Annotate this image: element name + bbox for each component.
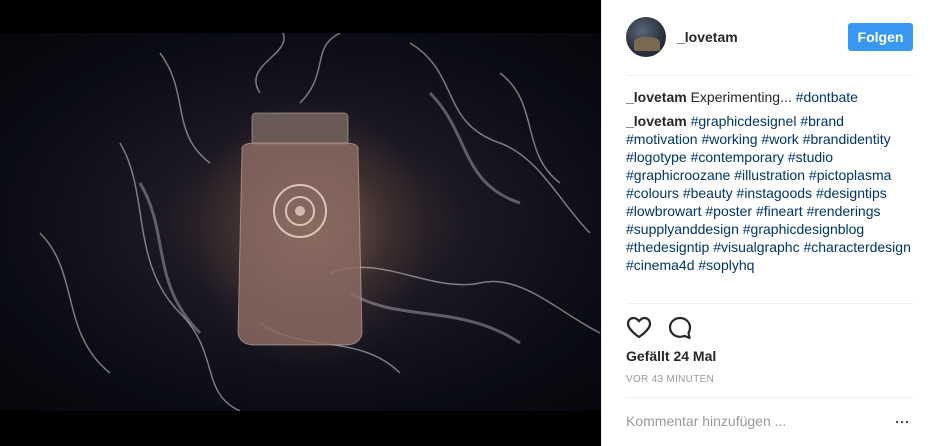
avatar[interactable] <box>626 17 666 57</box>
jar-illustration <box>39 33 601 411</box>
hashtag-link[interactable]: #illustration <box>734 167 805 183</box>
caption-text: Experimenting... <box>690 89 792 105</box>
post-photo[interactable] <box>0 33 601 411</box>
hashtag-link[interactable]: #graphicdesignel <box>691 113 797 129</box>
hashtag-link[interactable]: #graphicdesignblog <box>743 221 864 237</box>
hashtag-link[interactable]: #studio <box>788 149 833 165</box>
post-header: _lovetam Folgen <box>602 0 937 76</box>
hashtag-link[interactable]: #pictoplasma <box>809 167 892 183</box>
comment: _lovetam #graphicdesignel #brand #motiva… <box>626 112 918 274</box>
hashtag-link[interactable]: #lowbrowart <box>626 203 701 219</box>
follow-button[interactable]: Folgen <box>848 23 913 51</box>
hashtag-link[interactable]: #characterdesign <box>803 239 910 255</box>
hashtag-link[interactable]: #poster <box>705 203 752 219</box>
hashtag-link[interactable]: #beauty <box>683 185 733 201</box>
post-details-panel: _lovetam Folgen _lovetam Experimenting..… <box>601 0 937 446</box>
hashtag-link[interactable]: #working <box>701 131 757 147</box>
hashtag-link[interactable]: #visualgraphc <box>713 239 799 255</box>
hashtag-link[interactable]: #colours <box>626 185 679 201</box>
more-options-icon[interactable]: ... <box>892 408 912 432</box>
comment-bubble-icon[interactable] <box>667 315 693 341</box>
hashtag-link[interactable]: #motivation <box>626 131 698 147</box>
hashtag-link[interactable]: #logotype <box>626 149 687 165</box>
hashtag-link[interactable]: #graphicroozane <box>626 167 730 183</box>
caption-author-link[interactable]: _lovetam <box>626 89 687 105</box>
hashtag-link[interactable]: #supplyanddesign <box>626 221 739 237</box>
post-media[interactable] <box>0 0 601 446</box>
hashtag-link[interactable]: #dontbate <box>796 89 858 105</box>
username-link[interactable]: _lovetam <box>677 29 738 45</box>
hashtag-link[interactable]: #thedesigntip <box>626 239 709 255</box>
hashtag-link[interactable]: #soplyhq <box>698 257 754 273</box>
post-actions <box>626 315 913 341</box>
actions-divider <box>626 397 913 398</box>
hashtag-link[interactable]: #fineart <box>756 203 803 219</box>
hashtag-link[interactable]: #brand <box>800 113 844 129</box>
comments-divider <box>626 303 913 304</box>
hashtag-link[interactable]: #instagoods <box>737 185 813 201</box>
caption: _lovetam Experimenting... #dontbate <box>626 88 918 106</box>
likes-count[interactable]: Gefällt 24 Mal <box>626 348 716 364</box>
header-divider <box>626 75 913 76</box>
heart-icon[interactable] <box>626 315 652 341</box>
hashtag-link[interactable]: #renderings <box>807 203 881 219</box>
hashtag-link[interactable]: #contemporary <box>691 149 784 165</box>
hashtag-link[interactable]: #brandidentity <box>803 131 891 147</box>
post-timestamp[interactable]: VOR 43 MINUTEN <box>626 374 714 385</box>
comment-input[interactable]: Kommentar hinzufügen ... <box>626 413 876 429</box>
hashtag-link[interactable]: #designtips <box>816 185 887 201</box>
hashtag-link[interactable]: #cinema4d <box>626 257 695 273</box>
comment-author-link[interactable]: _lovetam <box>626 113 687 129</box>
comments-section: _lovetam Experimenting... #dontbate _lov… <box>626 88 918 280</box>
hashtag-link[interactable]: #work <box>761 131 798 147</box>
